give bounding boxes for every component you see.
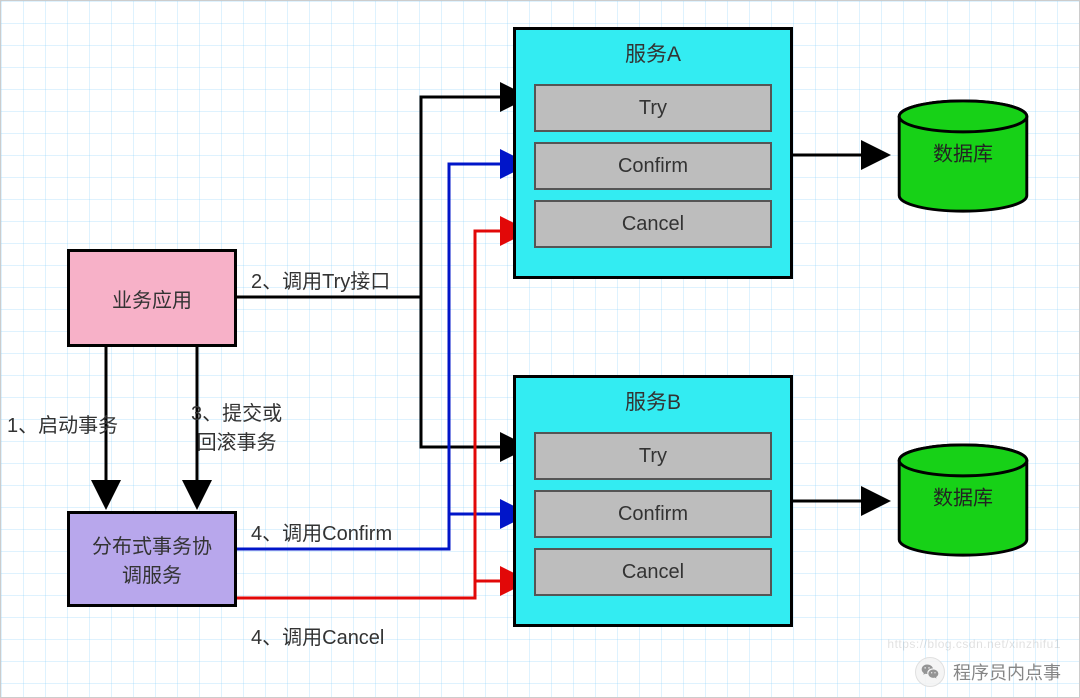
- service-a-cancel: Cancel: [534, 200, 772, 248]
- service-a-try: Try: [534, 84, 772, 132]
- service-b-title: 服务B: [516, 378, 790, 422]
- edge-label-call-confirm: 4、调用Confirm: [251, 517, 392, 546]
- author-watermark: 程序员内点事: [915, 657, 1061, 687]
- business-app-box: 业务应用: [67, 249, 237, 347]
- tx-coordinator-label: 分布式事务协 调服务: [92, 530, 212, 588]
- edge-label-commit-rollback: 3、提交或 回滚事务: [191, 397, 282, 455]
- service-a-box: 服务A Try Confirm Cancel: [513, 27, 793, 279]
- database-a-label: 数据库: [894, 138, 1032, 167]
- service-a-confirm: Confirm: [534, 142, 772, 190]
- database-b: 数据库: [894, 443, 1032, 559]
- wechat-icon: [915, 657, 945, 687]
- service-b-try: Try: [534, 432, 772, 480]
- service-b-cancel: Cancel: [534, 548, 772, 596]
- service-b-confirm: Confirm: [534, 490, 772, 538]
- database-b-label: 数据库: [894, 482, 1032, 511]
- business-app-label: 业务应用: [112, 284, 192, 313]
- source-watermark: https://blog.csdn.net/xinzhifu1: [887, 637, 1061, 651]
- edge-label-call-try: 2、调用Try接口: [251, 265, 390, 294]
- service-b-box: 服务B Try Confirm Cancel: [513, 375, 793, 627]
- service-a-title: 服务A: [516, 30, 790, 74]
- edge-label-start-tx: 1、启动事务: [7, 409, 118, 438]
- author-watermark-text: 程序员内点事: [953, 659, 1061, 685]
- database-a: 数据库: [894, 99, 1032, 215]
- tx-coordinator-box: 分布式事务协 调服务: [67, 511, 237, 607]
- diagram-canvas: 业务应用 分布式事务协 调服务 服务A Try Confirm Cancel 服…: [0, 0, 1080, 698]
- edge-label-call-cancel: 4、调用Cancel: [251, 621, 384, 650]
